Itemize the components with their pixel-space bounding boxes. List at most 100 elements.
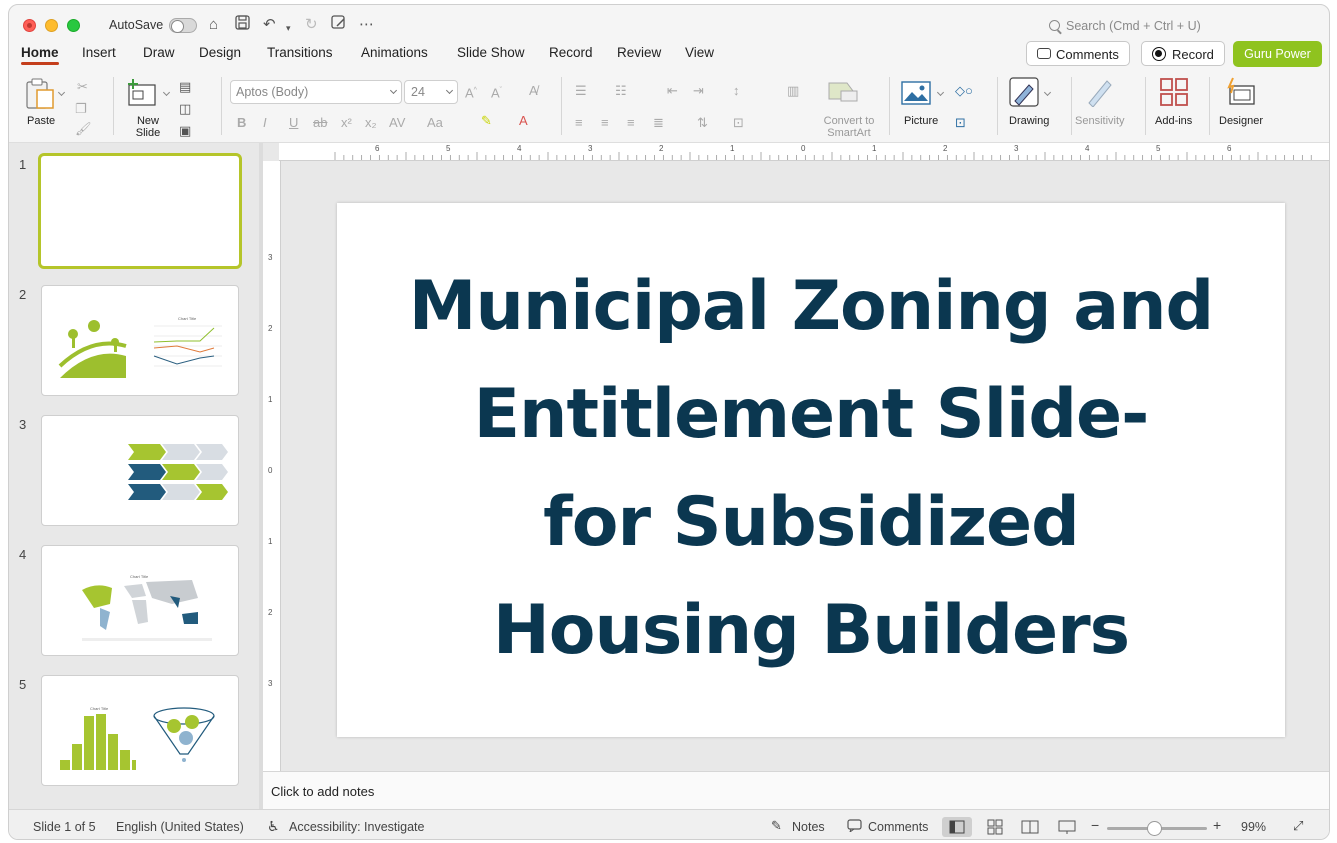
highlight-icon[interactable]: ✎ — [481, 113, 492, 129]
tab-home[interactable]: Home — [21, 45, 59, 65]
tab-review[interactable]: Review — [617, 45, 661, 60]
slide-counter: Slide 1 of 5 — [33, 820, 96, 834]
undo-icon[interactable]: ↶ — [263, 15, 276, 35]
font-color-icon[interactable]: A — [519, 113, 528, 129]
drawing-icon[interactable] — [1009, 77, 1039, 114]
zoom-out-icon[interactable]: − — [1091, 817, 1099, 833]
format-painter-icon[interactable]: 🖌 — [75, 121, 92, 137]
notes-pane[interactable]: Click to add notes — [263, 771, 1329, 809]
sensitivity-icon[interactable] — [1085, 77, 1113, 112]
more-icon[interactable]: ⋯ — [359, 15, 374, 35]
tab-view[interactable]: View — [685, 45, 714, 60]
record-button[interactable]: Record — [1141, 41, 1225, 66]
paste-icon[interactable] — [23, 77, 57, 116]
fit-to-window-icon[interactable]: ⤢ — [1293, 818, 1303, 834]
tab-insert[interactable]: Insert — [82, 45, 116, 60]
columns-icon[interactable]: ▥ — [787, 83, 799, 99]
tab-animations[interactable]: Animations — [361, 45, 428, 60]
align-right-icon[interactable]: ≡ — [627, 115, 635, 131]
comments-button[interactable]: Comments — [1026, 41, 1130, 66]
autosave-toggle[interactable] — [169, 18, 197, 33]
drawing-dropdown-icon[interactable] — [1043, 88, 1052, 97]
text-box-icon[interactable]: ⊡ — [955, 115, 966, 131]
picture-icon[interactable] — [901, 81, 931, 110]
copy-icon[interactable]: ❐ — [75, 101, 87, 117]
designer-icon[interactable] — [1225, 77, 1257, 112]
slide-thumbnail-3[interactable] — [41, 415, 239, 526]
align-text-icon[interactable]: ⊡ — [733, 115, 744, 131]
zoom-level[interactable]: 99% — [1241, 820, 1266, 834]
slide-sorter-button[interactable] — [980, 817, 1010, 837]
tab-transitions[interactable]: Transitions — [267, 45, 333, 60]
zoom-in-icon[interactable]: + — [1213, 817, 1221, 833]
shapes-icon[interactable]: ◇○ — [955, 83, 973, 99]
text-direction-icon[interactable]: ⇅ — [697, 115, 708, 131]
clear-format-icon[interactable]: A̸ — [529, 83, 538, 99]
new-slide-icon[interactable] — [127, 79, 157, 112]
smartart-icon[interactable] — [827, 79, 859, 108]
grow-font-icon[interactable]: A^ — [465, 83, 477, 101]
paste-dropdown-icon[interactable] — [57, 88, 66, 97]
tab-design[interactable]: Design — [199, 45, 241, 60]
add-ins-icon[interactable] — [1159, 77, 1189, 112]
current-slide[interactable]: Municipal Zoning and Entitlement Slide- … — [337, 203, 1285, 737]
tab-draw[interactable]: Draw — [143, 45, 175, 60]
italic-icon[interactable]: I — [263, 115, 267, 131]
notes-icon[interactable]: ✎ — [771, 818, 782, 834]
superscript-icon[interactable]: x² — [341, 115, 352, 131]
search-box[interactable]: Search (Cmd + Ctrl + U) — [1049, 19, 1201, 33]
save-icon[interactable] — [235, 15, 250, 36]
ruler-label: 3 — [588, 144, 593, 153]
maximize-window-button[interactable] — [67, 19, 80, 32]
font-size-select[interactable]: 24 — [404, 80, 458, 104]
layout-icon[interactable]: ▤ — [179, 79, 191, 95]
shrink-font-icon[interactable]: Aˇ — [491, 83, 502, 101]
bullets-icon[interactable]: ☰ — [575, 83, 587, 99]
picture-dropdown-icon[interactable] — [936, 88, 945, 97]
ruler-label: 1 — [268, 395, 273, 404]
save-as-icon[interactable] — [331, 15, 346, 36]
undo-dropdown-icon[interactable]: ▾ — [286, 18, 291, 38]
tab-slide-show[interactable]: Slide Show — [457, 45, 525, 60]
comments-toggle[interactable]: Comments — [868, 820, 928, 834]
change-case-icon[interactable]: Aa — [427, 115, 443, 131]
bold-icon[interactable]: B — [237, 115, 246, 131]
subscript-icon[interactable]: x₂ — [365, 115, 377, 131]
reading-view-button[interactable] — [1015, 817, 1045, 837]
numbering-icon[interactable]: ☷ — [615, 83, 627, 99]
slide-thumbnail-1[interactable] — [38, 153, 242, 269]
normal-view-button[interactable] — [942, 817, 972, 837]
slide-title[interactable]: Municipal Zoning and Entitlement Slide- … — [377, 253, 1245, 685]
slide-thumbnail-4[interactable]: Chart Title — [41, 545, 239, 656]
character-spacing-icon[interactable]: AV — [389, 115, 405, 131]
minimize-window-button[interactable] — [45, 19, 58, 32]
underline-icon[interactable]: U — [289, 115, 298, 131]
notes-toggle[interactable]: Notes — [792, 820, 825, 834]
slide-show-button[interactable] — [1052, 817, 1082, 837]
reset-icon[interactable]: ◫ — [179, 101, 191, 117]
language-indicator[interactable]: English (United States) — [116, 820, 244, 834]
close-window-button[interactable] — [23, 19, 36, 32]
redo-icon[interactable]: ↻ — [305, 15, 318, 35]
justify-icon[interactable]: ≣ — [653, 115, 664, 131]
increase-indent-icon[interactable]: ⇥ — [693, 83, 704, 99]
comment-icon[interactable] — [847, 819, 862, 835]
decrease-indent-icon[interactable]: ⇤ — [667, 83, 678, 99]
align-left-icon[interactable]: ≡ — [575, 115, 583, 131]
accessibility-icon[interactable]: ♿ — [267, 818, 280, 835]
strikethrough-icon[interactable]: ab — [313, 115, 327, 131]
slide-thumbnail-2[interactable]: Chart Title — [41, 285, 239, 396]
new-slide-dropdown-icon[interactable] — [162, 88, 171, 97]
section-icon[interactable]: ▣ — [179, 123, 191, 139]
zoom-slider-thumb[interactable] — [1147, 821, 1162, 836]
accessibility-status[interactable]: Accessibility: Investigate — [289, 820, 424, 834]
font-name-select[interactable]: Aptos (Body) — [230, 80, 402, 104]
line-spacing-icon[interactable]: ↕ — [733, 83, 740, 99]
slide-thumbnail-5[interactable]: Chart Title — [41, 675, 239, 786]
guru-power-button[interactable]: Guru Power — [1233, 41, 1322, 67]
home-icon[interactable]: ⌂ — [209, 15, 218, 35]
cut-icon[interactable]: ✂ — [77, 79, 88, 95]
tab-record[interactable]: Record — [549, 45, 593, 60]
ruler-label: 2 — [268, 324, 273, 333]
align-center-icon[interactable]: ≡ — [601, 115, 609, 131]
